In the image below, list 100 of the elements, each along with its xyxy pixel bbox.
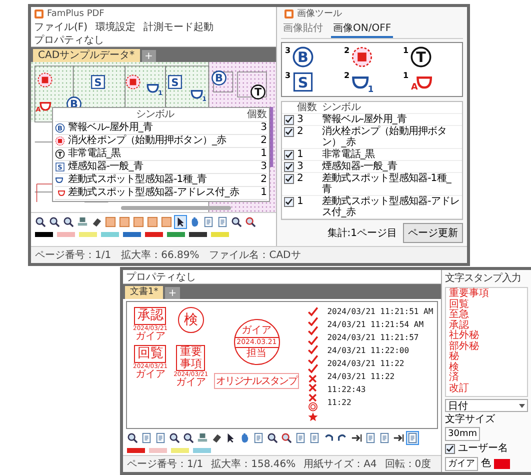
magnifier-icon[interactable] [62, 215, 75, 229]
square-icon[interactable] [118, 215, 131, 229]
property-label: プロパティなし [126, 270, 196, 284]
stamp-list-item[interactable]: 回覧 [449, 300, 524, 310]
letter-circle-icon: T [410, 46, 432, 68]
menu-item[interactable]: 計測モード起動 [144, 20, 214, 34]
color-swatch[interactable] [127, 448, 145, 453]
stamp-list-item[interactable]: 至急 [449, 310, 524, 320]
square-icon[interactable] [132, 215, 145, 229]
page-icon[interactable] [294, 431, 307, 445]
checkbox[interactable] [284, 127, 294, 137]
color-label: 色 [481, 458, 491, 470]
page-icon[interactable] [406, 431, 419, 445]
size-field[interactable]: 30mm [445, 427, 480, 441]
color-swatch[interactable] [494, 459, 510, 469]
color-swatch[interactable] [167, 232, 185, 237]
menu-item[interactable]: 環境設定 [96, 20, 136, 34]
magnifier-icon[interactable] [182, 431, 195, 445]
magnifier-icon[interactable] [126, 431, 139, 445]
color-swatch[interactable] [123, 232, 141, 237]
stamp-list-item[interactable]: 済 [449, 373, 524, 384]
stamp-type-dropdown[interactable]: 日付 [445, 399, 528, 412]
page-icon[interactable] [202, 215, 215, 229]
magnifier-icon[interactable] [34, 215, 47, 229]
color-swatch[interactable] [149, 448, 167, 453]
checkbox[interactable] [445, 444, 455, 454]
panel-tab[interactable]: 画像貼付 [281, 20, 325, 38]
date-stamp-text: 11:22:43 [327, 385, 367, 395]
checkbox[interactable] [284, 162, 294, 172]
color-swatch[interactable] [101, 232, 119, 237]
page-icon[interactable] [308, 431, 321, 445]
status-text: 拡大率：158.46% [211, 458, 296, 471]
add-tab-button[interactable]: + [142, 50, 156, 62]
checkbox[interactable] [284, 150, 294, 160]
symbol-count: 2 [260, 135, 267, 147]
magnifier-icon[interactable] [48, 215, 61, 229]
date-stamp-text: 2024/03/21 11:22 [327, 359, 406, 369]
color-swatch[interactable] [211, 232, 229, 237]
document-tab[interactable]: 文書1* [125, 286, 164, 299]
stamp-list-item[interactable]: 社外秘 [449, 331, 524, 342]
symbol-name: 非常電話_黒 [322, 149, 376, 160]
color-swatch[interactable] [189, 232, 207, 237]
panel-title: 文字スタンプ入力 [445, 272, 522, 285]
stamp-list-item[interactable]: 秘 [449, 352, 524, 362]
pointer-icon[interactable] [174, 215, 187, 229]
letter-circle-icon: B [292, 46, 314, 68]
page-icon[interactable] [252, 431, 265, 445]
document-tab[interactable]: CADサンプルデータ* [33, 49, 140, 62]
zoom-out-icon[interactable] [244, 215, 257, 229]
stamp-list-item[interactable]: 承認 [449, 320, 524, 331]
menu-item[interactable]: ファイル(F) [34, 20, 88, 34]
page-icon[interactable] [364, 431, 377, 445]
rectangular-stamp: 重要事項 [176, 345, 206, 371]
symbol-count: 3 [285, 71, 291, 80]
round-stamp: 検 [178, 307, 204, 333]
page-icon[interactable] [140, 431, 153, 445]
stamp-list-item[interactable]: 部外秘 [449, 342, 524, 352]
color-swatch[interactable] [193, 448, 211, 453]
letter-square-icon: S [292, 71, 314, 93]
symbol-count: 3 [260, 161, 267, 173]
magnifier-icon[interactable] [168, 431, 181, 445]
page-icon[interactable] [154, 431, 167, 445]
stamp-list-item[interactable]: 改訂 [449, 384, 524, 394]
scrollbar[interactable] [121, 206, 231, 210]
date-stamp-text: 24/03/21 11:22 [327, 372, 396, 382]
page-icon[interactable] [216, 215, 229, 229]
page-icon[interactable] [378, 431, 391, 445]
panel-tab[interactable]: 画像ON/OFF [331, 20, 394, 38]
stamp-name: ガイア [135, 370, 166, 380]
status-text: 回転：0度 [384, 458, 432, 471]
date-stamp-text: 2024/03/21 11:21:57 [327, 333, 420, 343]
letter-square-icon: S [167, 74, 184, 90]
add-tab-button[interactable]: + [165, 287, 180, 299]
checkbox[interactable] [284, 115, 294, 125]
stamp-list-item[interactable]: 重要事項 [449, 289, 524, 300]
color-swatch[interactable] [145, 232, 163, 237]
page-update-button[interactable]: ページ更新 [403, 223, 463, 243]
color-swatch[interactable] [35, 232, 53, 237]
symbol-count: 3 [260, 122, 267, 134]
symbol-count: 3 [297, 114, 304, 125]
zoom-in-icon[interactable] [266, 431, 279, 445]
symbol-count: 1 [260, 187, 267, 199]
color-swatch[interactable] [79, 232, 97, 237]
symbol-name: 差動式スポット型感知器-1種_青 [322, 173, 452, 195]
checkbox[interactable] [284, 174, 294, 184]
zoom-out-icon[interactable] [280, 431, 293, 445]
stamp-name: ガイア [135, 332, 166, 342]
date-stamp-text: 24/03/21 11:21:54 AM [327, 320, 425, 330]
status-text: 拡大率：66.89% [121, 248, 200, 262]
symbol-name: 煙感知器-一般_青 [68, 161, 144, 173]
color-swatch[interactable] [57, 232, 75, 237]
color-swatch[interactable] [171, 448, 189, 453]
checkbox[interactable] [284, 197, 294, 207]
caret-icon [519, 404, 525, 408]
total-label: 集計:1ページ目 [327, 226, 397, 240]
stamp-list-item[interactable]: 検 [449, 362, 524, 373]
symbol-name: 差動式スポット型感知器-アドレス付_赤 [322, 196, 460, 218]
square-icon[interactable] [146, 215, 159, 229]
zoom-in-icon[interactable] [230, 215, 243, 229]
user-name-field[interactable]: ガイア [445, 457, 478, 471]
